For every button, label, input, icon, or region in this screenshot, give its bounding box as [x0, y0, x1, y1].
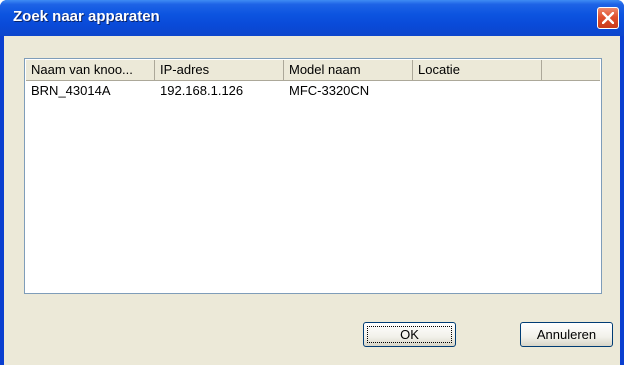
- cancel-button[interactable]: Annuleren: [520, 322, 613, 347]
- close-icon: [602, 12, 614, 24]
- column-header-node-name[interactable]: Naam van knoo...: [26, 60, 155, 80]
- ok-button[interactable]: OK: [363, 322, 456, 347]
- window-title: Zoek naar apparaten: [13, 8, 160, 25]
- cancel-button-label: Annuleren: [536, 327, 597, 342]
- cell-model-name: MFC-3320CN: [289, 83, 370, 98]
- list-header: Naam van knoo... IP-adres Model naam Loc…: [26, 60, 600, 81]
- title-bar[interactable]: Zoek naar apparaten: [0, 0, 624, 36]
- cell-node-name: BRN_43014A: [31, 83, 111, 98]
- close-button[interactable]: [597, 7, 619, 29]
- dialog-body: Naam van knoo... IP-adres Model naam Loc…: [4, 36, 620, 365]
- device-list[interactable]: Naam van knoo... IP-adres Model naam Loc…: [24, 58, 602, 294]
- dialog-window: Zoek naar apparaten Naam van knoo... IP-…: [0, 0, 624, 365]
- table-row[interactable]: BRN_43014A 192.168.1.126 MFC-3320CN: [26, 82, 600, 100]
- cell-ip-address: 192.168.1.126: [160, 83, 244, 98]
- column-header-ip-address[interactable]: IP-adres: [155, 60, 284, 80]
- focus-rectangle: [367, 326, 452, 343]
- column-header-model-name[interactable]: Model naam: [284, 60, 413, 80]
- column-header-filler: [542, 60, 600, 80]
- column-header-location[interactable]: Locatie: [413, 60, 542, 80]
